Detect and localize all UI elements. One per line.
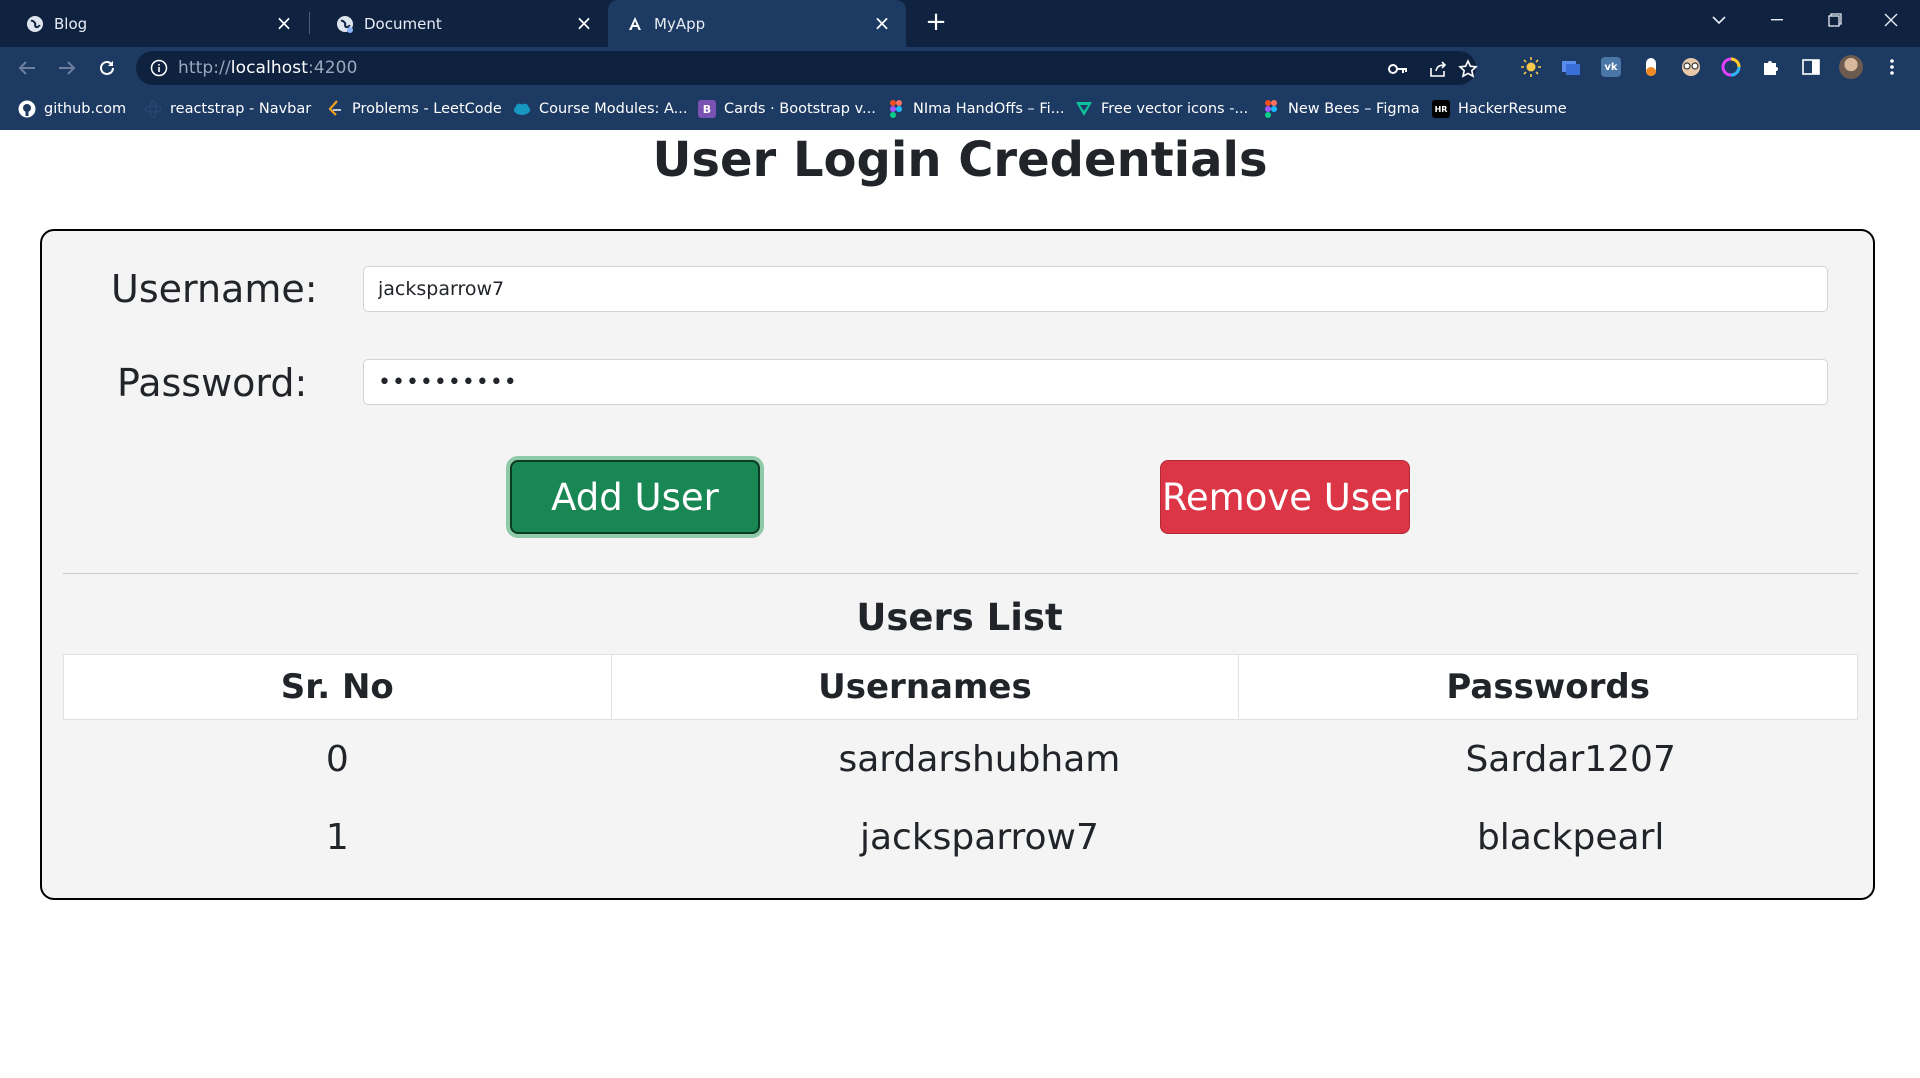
color-ring-extension-icon[interactable] [1719,55,1743,79]
hackerresume-icon: HR [1432,100,1450,118]
bookmark-nima-handoffs[interactable]: NIma HandOffs – Fi... [887,99,1065,119]
browser-toolbar: http://localhost:4200 vk github.com reac… [0,47,1920,130]
tab-myapp[interactable]: MyApp × [608,0,906,47]
row-username: sardarshubham [838,738,1121,780]
tab-title: Blog [54,14,88,33]
credentials-card: Username: Password: Add User Remove User… [40,229,1875,900]
figma-icon [887,100,905,118]
vk-extension-icon[interactable]: vk [1599,55,1623,79]
remove-user-button[interactable]: Remove User [1160,460,1410,534]
reactstrap-icon [144,100,162,118]
bookmark-course-modules[interactable]: Course Modules: A... [513,99,688,119]
password-label: Password: [117,361,308,405]
profile-avatar[interactable] [1839,55,1863,79]
row-password: blackpearl [1476,816,1665,858]
table-row: 0 sardarshubham Sardar1207 [64,720,1858,799]
divider [63,573,1858,574]
flaticon-icon [1075,100,1093,118]
users-table: Sr. No Usernames Passwords 0 sardarshubh… [63,654,1858,876]
row-sr-no: 1 [325,816,349,858]
sun-extension-icon[interactable] [1519,55,1543,79]
username-label: Username: [111,267,318,311]
figma-icon [1262,100,1280,118]
github-icon [18,100,36,118]
browser-tab-strip: Blog × Document × MyApp × + [0,0,1920,47]
bookmark-leetcode[interactable]: Problems - LeetCode [326,99,502,119]
column-header-sr-no: Sr. No [63,654,612,720]
puzzle-extensions-icon[interactable] [1759,55,1783,79]
tab-title: Document [364,14,442,33]
bookmark-reactstrap[interactable]: reactstrap - Navbar [144,99,311,119]
side-panel-icon[interactable] [1799,55,1823,79]
browser-menu-icon[interactable] [1880,55,1904,79]
bookmark-hackerresume[interactable]: HR HackerResume [1432,99,1567,119]
page-title: User Login Credentials [652,132,1268,188]
glasses-extension-icon[interactable] [1679,55,1703,79]
password-key-icon[interactable] [1388,59,1408,79]
close-tab-icon[interactable]: × [872,13,892,33]
salesforce-cloud-icon [513,100,531,118]
bookmark-free-vector-icons[interactable]: Free vector icons -... [1075,99,1248,119]
users-list-title: Users List [856,596,1063,639]
bootstrap-icon: B [698,100,716,118]
folders-extension-icon[interactable] [1559,55,1583,79]
capsule-extension-icon[interactable] [1639,55,1663,79]
bookmark-new-bees-figma[interactable]: New Bees – Figma [1262,99,1420,119]
username-input[interactable] [363,266,1828,312]
reload-icon[interactable] [93,54,121,82]
tab-search-chevron-icon[interactable] [1690,0,1748,40]
close-window-icon[interactable] [1862,0,1920,40]
globe-icon [26,15,44,33]
tab-blog[interactable]: Blog × [0,0,308,47]
close-tab-icon[interactable]: × [574,13,594,33]
forward-arrow-icon[interactable] [53,54,81,82]
add-user-button[interactable]: Add User [510,460,760,534]
restore-icon[interactable] [1806,0,1864,40]
bookmark-star-icon[interactable] [1458,59,1478,79]
angular-icon [626,15,644,33]
column-header-passwords: Passwords [1238,654,1858,720]
close-tab-icon[interactable]: × [274,13,294,33]
bookmark-github[interactable]: github.com [18,99,126,119]
row-password: Sardar1207 [1465,738,1676,780]
bookmarks-bar: github.com reactstrap - Navbar Problems … [0,89,1920,129]
row-sr-no: 0 [325,738,349,780]
tab-title: MyApp [654,14,706,33]
url-text: http://localhost:4200 [178,58,358,78]
table-row: 1 jacksparrow7 blackpearl [64,798,1858,876]
password-input[interactable] [363,359,1828,405]
globe-icon [336,15,354,33]
share-icon[interactable] [1428,59,1448,79]
column-header-usernames: Usernames [610,654,1240,720]
tab-document[interactable]: Document × [310,0,608,47]
leetcode-icon [326,100,344,118]
back-arrow-icon[interactable] [13,54,41,82]
bookmark-bootstrap-cards[interactable]: B Cards · Bootstrap v... [698,99,876,119]
table-header-row: Sr. No Usernames Passwords [63,654,1858,720]
new-tab-button[interactable]: + [921,8,951,38]
minimize-icon[interactable] [1748,0,1806,40]
site-info-icon[interactable] [150,59,168,81]
address-bar[interactable]: http://localhost:4200 [136,51,1478,85]
row-username: jacksparrow7 [859,816,1099,858]
